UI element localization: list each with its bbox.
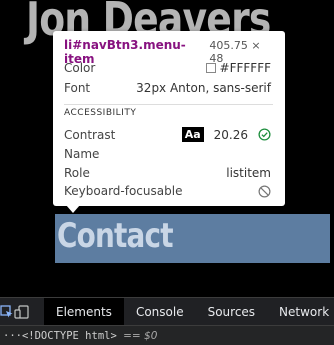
tooltip-divider bbox=[64, 104, 273, 105]
contrast-row: Contrast Aa 20.26 bbox=[64, 127, 271, 142]
breadcrumb-doctype[interactable]: <!DOCTYPE html> bbox=[22, 330, 117, 342]
check-circle-icon bbox=[258, 128, 271, 141]
tab-elements[interactable]: Elements bbox=[44, 298, 124, 325]
devtools-tabbar: Elements Console Sources Network bbox=[0, 298, 334, 325]
device-toolbar-icon[interactable] bbox=[14, 298, 30, 325]
name-label: Name bbox=[64, 147, 100, 161]
tab-console[interactable]: Console bbox=[124, 298, 196, 325]
contrast-value: 20.26 bbox=[213, 127, 248, 142]
color-row: Color #FFFFFF bbox=[64, 61, 271, 75]
color-value: #FFFFFF bbox=[219, 61, 271, 75]
keyboard-row: Keyboard-focusable bbox=[64, 184, 271, 198]
contrast-label: Contrast bbox=[64, 127, 116, 142]
not-focusable-icon bbox=[258, 185, 271, 197]
contrast-sample-badge: Aa bbox=[181, 127, 204, 142]
font-label: Font bbox=[64, 81, 91, 95]
name-row: Name bbox=[64, 147, 271, 161]
tab-sources[interactable]: Sources bbox=[196, 298, 267, 325]
role-label: Role bbox=[64, 166, 90, 180]
devtools-panel: Elements Console Sources Network ···<!DO… bbox=[0, 297, 334, 345]
inspect-tooltip: li#navBtn3.menu-item 405.75 × 48 Color #… bbox=[53, 31, 285, 206]
color-swatch bbox=[205, 63, 216, 73]
selected-node-marker: == $0 bbox=[123, 330, 158, 342]
tooltip-arrow bbox=[66, 205, 80, 213]
inspect-element-icon[interactable] bbox=[0, 298, 14, 325]
role-row: Role listitem bbox=[64, 166, 271, 180]
color-label: Color bbox=[64, 61, 96, 75]
nav-item-contact[interactable]: Contact bbox=[57, 216, 174, 256]
role-value: listitem bbox=[226, 166, 271, 180]
tab-network[interactable]: Network bbox=[267, 298, 334, 325]
accessibility-heading: ACCESSIBILITY bbox=[64, 108, 137, 118]
devtools-breadcrumb[interactable]: ···<!DOCTYPE html> == $0 bbox=[0, 325, 334, 345]
breadcrumb-ellipsis: ··· bbox=[3, 330, 22, 342]
keyboard-focusable-label: Keyboard-focusable bbox=[64, 184, 183, 198]
font-row: Font 32px Anton, sans-serif bbox=[64, 81, 271, 95]
font-value: 32px Anton, sans-serif bbox=[136, 81, 271, 95]
